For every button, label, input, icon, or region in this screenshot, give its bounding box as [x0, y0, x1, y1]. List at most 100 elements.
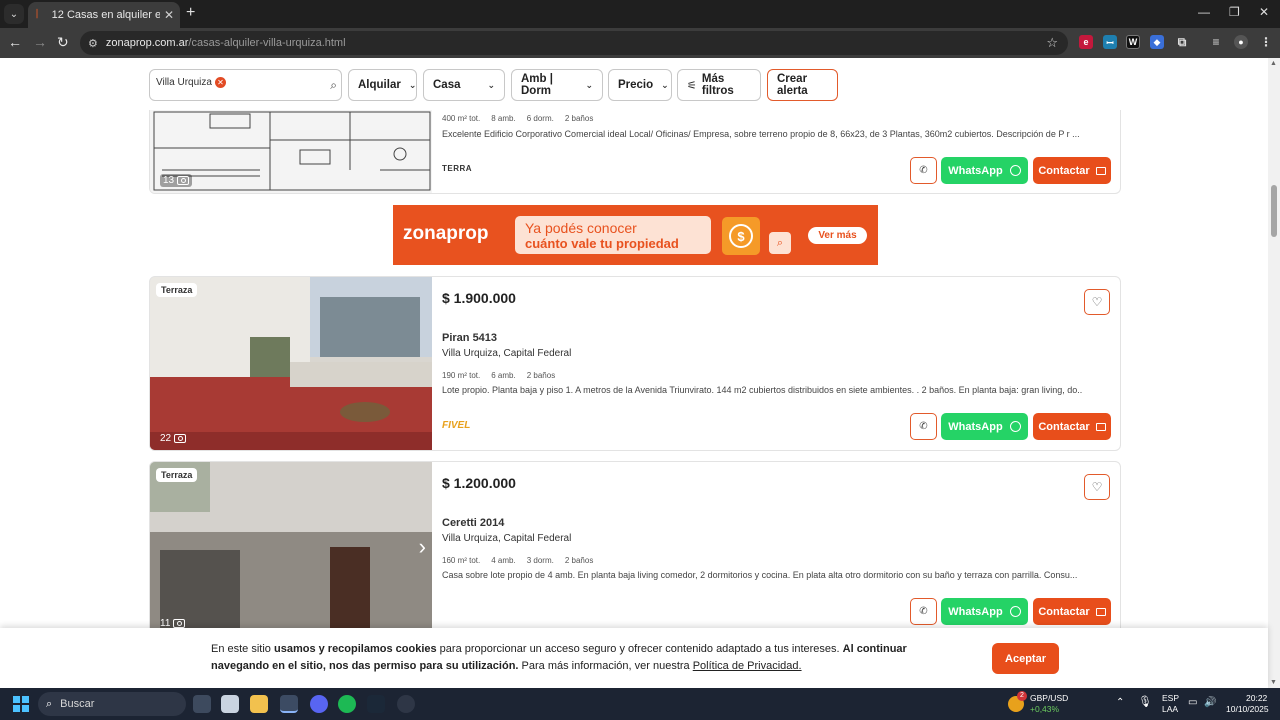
clock-date[interactable]: 10/10/2025 [1226, 704, 1269, 714]
language-line-2[interactable]: LAA [1162, 704, 1178, 714]
feature-badge: Terraza [156, 283, 198, 297]
next-photo-icon[interactable]: › [419, 534, 426, 560]
banner-cta-button[interactable]: Ver más [808, 227, 867, 244]
extension-4-icon[interactable]: ◆ [1150, 35, 1164, 49]
more-filters-button[interactable]: ⚟ Más filtros [677, 69, 761, 101]
clock-time[interactable]: 20:22 [1246, 693, 1267, 703]
listing-description[interactable]: Lote propio. Planta baja y piso 1. A met… [442, 385, 1082, 395]
scroll-thumb[interactable] [1271, 185, 1277, 237]
microphone-icon[interactable]: 🎙 [1138, 697, 1152, 708]
currency-change: +0,43% [1030, 704, 1060, 714]
extension-1-icon[interactable]: e [1079, 35, 1093, 49]
site-info-icon[interactable]: ⚙ [88, 37, 98, 50]
location-chip[interactable]: Villa Urquiza ✕ [156, 77, 226, 88]
banner-message: Ya podés conocer cuánto vale tu propieda… [515, 216, 711, 254]
banner-line-2: cuánto vale tu propiedad [525, 236, 679, 251]
feature-area: 400 m² tot. [442, 114, 481, 123]
tab-list-button[interactable]: ⌄ [4, 4, 24, 24]
price-dropdown[interactable]: Precio ⌄ [608, 69, 672, 101]
spotify-icon[interactable] [338, 695, 356, 713]
extensions-puzzle-icon[interactable]: ⧉ [1175, 35, 1189, 49]
agency-logo[interactable]: FIVEL [442, 420, 470, 431]
listing-description[interactable]: Excelente Edificio Corporativo Comercial… [442, 129, 1082, 139]
maximize-button[interactable]: ❐ [1229, 5, 1240, 19]
contact-button[interactable]: Contactar [1033, 157, 1111, 184]
operation-dropdown[interactable]: Alquilar ⌄ [348, 69, 417, 101]
file-explorer-icon[interactable] [250, 695, 268, 713]
floor-plan-image[interactable]: 13 [150, 110, 432, 193]
privacy-policy-link[interactable]: Política de Privacidad. [693, 660, 802, 672]
listing-address[interactable]: Piran 5413 [442, 332, 497, 344]
photo-count-number: 13 [163, 175, 175, 186]
listing-location: Villa Urquiza, Capital Federal [442, 348, 572, 359]
accept-cookies-button[interactable]: Aceptar [992, 643, 1059, 674]
browser-menu-icon[interactable]: ⋮ [1259, 35, 1273, 49]
close-tab-icon[interactable]: ✕ [164, 8, 174, 22]
promo-banner[interactable]: zonaprop Ya podés conocer cuánto vale tu… [393, 205, 878, 265]
operation-label: Alquilar [358, 79, 401, 91]
scroll-up-icon[interactable]: ▲ [1270, 60, 1277, 67]
listing-address[interactable]: Ceretti 2014 [442, 517, 504, 529]
agency-logo[interactable]: TERRA [442, 164, 472, 173]
feature-bedrooms: 6 dorm. [526, 114, 554, 123]
listing-price[interactable]: $ 1.900.000 [442, 290, 516, 306]
app-icon[interactable] [397, 695, 415, 713]
mail-icon [1095, 166, 1106, 175]
location-search-input[interactable]: Villa Urquiza ✕ ⌕ [149, 69, 342, 101]
cookie-text-2: para proporcionar un acceso seguro y ofr… [436, 643, 843, 655]
call-button[interactable]: ✆ [910, 598, 937, 625]
chevron-down-icon: ⌄ [487, 79, 495, 90]
whatsapp-button[interactable]: WhatsApp [941, 413, 1028, 440]
profile-avatar[interactable]: ● [1234, 35, 1248, 49]
contact-button[interactable]: Contactar [1033, 413, 1111, 440]
steam-icon[interactable] [367, 695, 385, 713]
create-alert-button[interactable]: Crear alerta [767, 69, 838, 101]
language-line-1[interactable]: ESP [1162, 693, 1179, 703]
windows-start-icon[interactable] [13, 696, 29, 712]
app-icon[interactable] [221, 695, 239, 713]
tab-title: 12 Casas en alquiler en Villa Urquiza [51, 9, 160, 21]
show-hidden-icons[interactable]: ⌃ [1116, 698, 1124, 708]
volume-icon[interactable]: 🔊 [1204, 698, 1216, 708]
whatsapp-button[interactable]: WhatsApp [941, 598, 1028, 625]
remove-location-icon[interactable]: ✕ [214, 77, 226, 88]
search-icon[interactable]: ⌕ [330, 78, 337, 93]
rooms-dropdown[interactable]: Amb | Dorm ⌄ [511, 69, 603, 101]
favorite-button[interactable]: ♡ [1084, 289, 1110, 315]
bookmark-star-icon[interactable]: ☆ [1046, 35, 1058, 51]
extension-2-icon[interactable]: ꟷ [1103, 35, 1117, 49]
listing-card[interactable]: 13 400 m² tot. 8 amb. 6 dorm. 2 baños Ex… [149, 110, 1121, 194]
listing-photo[interactable]: Terraza › 11 [150, 462, 432, 635]
call-button[interactable]: ✆ [910, 157, 937, 184]
close-window-button[interactable]: ✕ [1259, 5, 1269, 19]
minimize-button[interactable]: — [1198, 5, 1210, 19]
back-button[interactable]: ← [8, 34, 22, 50]
taskbar-search[interactable]: ⌕ Buscar [38, 692, 186, 716]
contact-button[interactable]: Contactar [1033, 598, 1111, 625]
discord-icon[interactable] [310, 695, 328, 713]
whatsapp-button[interactable]: WhatsApp [941, 157, 1028, 184]
extension-3-icon[interactable]: W [1126, 35, 1140, 49]
feature-bathrooms: 2 baños [564, 114, 594, 123]
scroll-down-icon[interactable]: ▼ [1270, 679, 1277, 686]
reload-button[interactable]: ↻ [57, 34, 69, 51]
listing-card[interactable]: Terraza › 11 $ 1.200.000 ♡ Ceretti 2014 … [149, 461, 1121, 636]
task-view-icon[interactable] [193, 695, 211, 713]
feature-area: 160 m² tot. [442, 556, 481, 565]
page-scrollbar[interactable]: ▲ ▼ [1268, 58, 1280, 688]
network-icon[interactable]: ▭ [1188, 698, 1197, 708]
listing-price[interactable]: $ 1.200.000 [442, 475, 516, 491]
listing-card[interactable]: Terraza 22 $ 1.900.000 ♡ Piran 5413 Vill… [149, 276, 1121, 451]
listing-photo[interactable]: Terraza 22 [150, 277, 432, 450]
forward-button[interactable]: → [33, 34, 47, 50]
favorite-button[interactable]: ♡ [1084, 474, 1110, 500]
address-bar[interactable]: ⚙ zonaprop.com.ar/casas-alquiler-villa-u… [80, 31, 1068, 55]
call-button[interactable]: ✆ [910, 413, 937, 440]
property-type-dropdown[interactable]: Casa ⌄ [423, 69, 505, 101]
active-tab[interactable]: ᛁ 12 Casas en alquiler en Villa Urquiza … [28, 2, 180, 28]
new-tab-button[interactable]: + [186, 4, 195, 22]
reading-list-icon[interactable]: ≡ [1209, 35, 1223, 49]
phone-icon: ✆ [919, 421, 928, 432]
chrome-icon[interactable] [280, 695, 298, 713]
listing-description[interactable]: Casa sobre lote propio de 4 amb. En plan… [442, 570, 1082, 580]
